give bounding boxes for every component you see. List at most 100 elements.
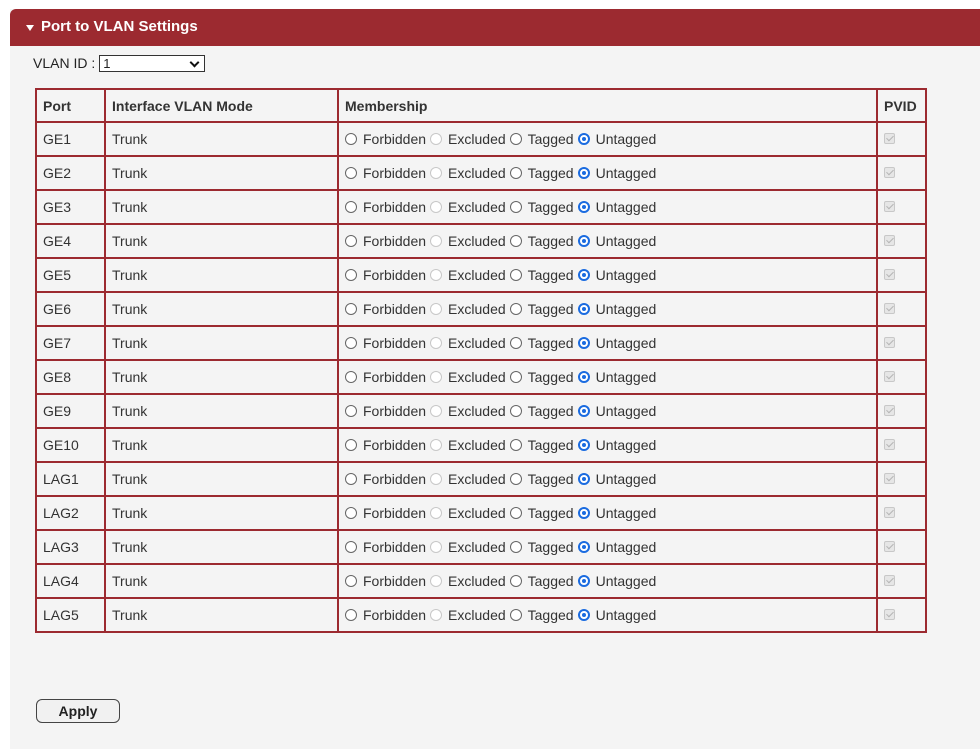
membership-option-tagged[interactable]: Tagged [509,403,574,419]
radio-forbidden-icon[interactable] [345,166,357,179]
membership-option-forbidden[interactable]: Forbidden [345,267,426,283]
membership-option-forbidden[interactable]: Forbidden [345,437,426,453]
membership-option-untagged[interactable]: Untagged [577,165,656,181]
radio-untagged-icon[interactable] [577,234,590,247]
membership-option-untagged[interactable]: Untagged [577,199,656,215]
radio-forbidden-icon[interactable] [345,506,357,519]
membership-option-untagged[interactable]: Untagged [577,131,656,147]
radio-tagged-icon[interactable] [509,574,522,587]
membership-option-forbidden[interactable]: Forbidden [345,471,426,487]
mode-cell: Trunk [104,223,339,259]
radio-forbidden-icon[interactable] [345,132,357,145]
panel-header[interactable]: Port to VLAN Settings [10,9,980,46]
radio-untagged-icon[interactable] [577,200,590,213]
membership-option-tagged[interactable]: Tagged [509,539,574,555]
membership-option-tagged[interactable]: Tagged [509,233,574,249]
membership-option-forbidden[interactable]: Forbidden [345,233,426,249]
radio-excluded-icon [430,336,443,349]
radio-forbidden-icon[interactable] [345,608,357,621]
membership-option-forbidden[interactable]: Forbidden [345,369,426,385]
membership-option-untagged[interactable]: Untagged [577,437,656,453]
radio-forbidden-icon[interactable] [345,404,357,417]
radio-untagged-icon[interactable] [577,132,590,145]
membership-option-forbidden[interactable]: Forbidden [345,539,426,555]
membership-option-forbidden[interactable]: Forbidden [345,199,426,215]
radio-tagged-icon[interactable] [509,200,522,213]
membership-option-forbidden[interactable]: Forbidden [345,131,426,147]
radio-forbidden-icon[interactable] [345,370,357,383]
radio-tagged-icon[interactable] [509,540,522,553]
membership-option-forbidden[interactable]: Forbidden [345,403,426,419]
radio-forbidden-icon[interactable] [345,336,357,349]
membership-option-tagged[interactable]: Tagged [509,437,574,453]
radio-tagged-icon[interactable] [509,132,522,145]
membership-option-untagged[interactable]: Untagged [577,471,656,487]
membership-option-untagged[interactable]: Untagged [577,335,656,351]
radio-forbidden-icon[interactable] [345,574,357,587]
radio-tagged-icon[interactable] [509,472,522,485]
membership-option-tagged[interactable]: Tagged [509,267,574,283]
membership-option-tagged[interactable]: Tagged [509,199,574,215]
radio-untagged-icon[interactable] [577,506,590,519]
radio-tagged-icon[interactable] [509,370,522,383]
vlan-id-select[interactable]: 1 [99,54,206,72]
membership-option-untagged[interactable]: Untagged [577,233,656,249]
membership-option-forbidden[interactable]: Forbidden [345,505,426,521]
radio-tagged-icon[interactable] [509,336,522,349]
membership-option-tagged[interactable]: Tagged [509,607,574,623]
radio-forbidden-icon[interactable] [345,540,357,553]
membership-option-tagged[interactable]: Tagged [509,573,574,589]
membership-option-tagged[interactable]: Tagged [509,131,574,147]
membership-option-untagged[interactable]: Untagged [577,505,656,521]
radio-untagged-icon[interactable] [577,268,590,281]
radio-forbidden-icon[interactable] [345,438,357,451]
radio-untagged-icon[interactable] [577,574,590,587]
membership-option-untagged[interactable]: Untagged [577,607,656,623]
radio-untagged-icon[interactable] [577,540,590,553]
radio-untagged-icon[interactable] [577,370,590,383]
radio-untagged-icon[interactable] [577,166,590,179]
membership-option-forbidden[interactable]: Forbidden [345,573,426,589]
membership-option-tagged[interactable]: Tagged [509,165,574,181]
apply-button[interactable]: Apply [36,699,120,723]
membership-option-tagged[interactable]: Tagged [509,505,574,521]
col-header-port: Port [35,88,106,123]
membership-option-forbidden[interactable]: Forbidden [345,335,426,351]
radio-label-excluded: Excluded [448,470,506,487]
radio-untagged-icon[interactable] [577,438,590,451]
membership-option-tagged[interactable]: Tagged [509,369,574,385]
membership-option-forbidden[interactable]: Forbidden [345,607,426,623]
membership-option-untagged[interactable]: Untagged [577,539,656,555]
membership-cell: Forbidden Excluded Tagged Untagged [337,257,878,293]
radio-forbidden-icon[interactable] [345,234,357,247]
radio-forbidden-icon[interactable] [345,200,357,213]
membership-option-untagged[interactable]: Untagged [577,369,656,385]
radio-forbidden-icon[interactable] [345,472,357,485]
membership-option-forbidden[interactable]: Forbidden [345,165,426,181]
radio-tagged-icon[interactable] [509,608,522,621]
radio-forbidden-icon[interactable] [345,268,357,281]
membership-option-untagged[interactable]: Untagged [577,267,656,283]
radio-tagged-icon[interactable] [509,438,522,451]
membership-option-forbidden[interactable]: Forbidden [345,301,426,317]
membership-option-untagged[interactable]: Untagged [577,573,656,589]
radio-tagged-icon[interactable] [509,404,522,417]
collapse-triangle-icon[interactable] [26,25,34,31]
radio-untagged-icon[interactable] [577,302,590,315]
radio-tagged-icon[interactable] [509,506,522,519]
radio-tagged-icon[interactable] [509,302,522,315]
membership-option-tagged[interactable]: Tagged [509,301,574,317]
radio-untagged-icon[interactable] [577,404,590,417]
table-row: GE3 Trunk Forbidden Excluded Tagged Untagged [35,189,927,225]
membership-option-untagged[interactable]: Untagged [577,301,656,317]
membership-option-tagged[interactable]: Tagged [509,335,574,351]
membership-option-tagged[interactable]: Tagged [509,471,574,487]
radio-tagged-icon[interactable] [509,166,522,179]
radio-untagged-icon[interactable] [577,608,590,621]
radio-untagged-icon[interactable] [577,472,590,485]
radio-tagged-icon[interactable] [509,234,522,247]
radio-untagged-icon[interactable] [577,336,590,349]
membership-option-untagged[interactable]: Untagged [577,403,656,419]
radio-forbidden-icon[interactable] [345,302,357,315]
radio-tagged-icon[interactable] [509,268,522,281]
